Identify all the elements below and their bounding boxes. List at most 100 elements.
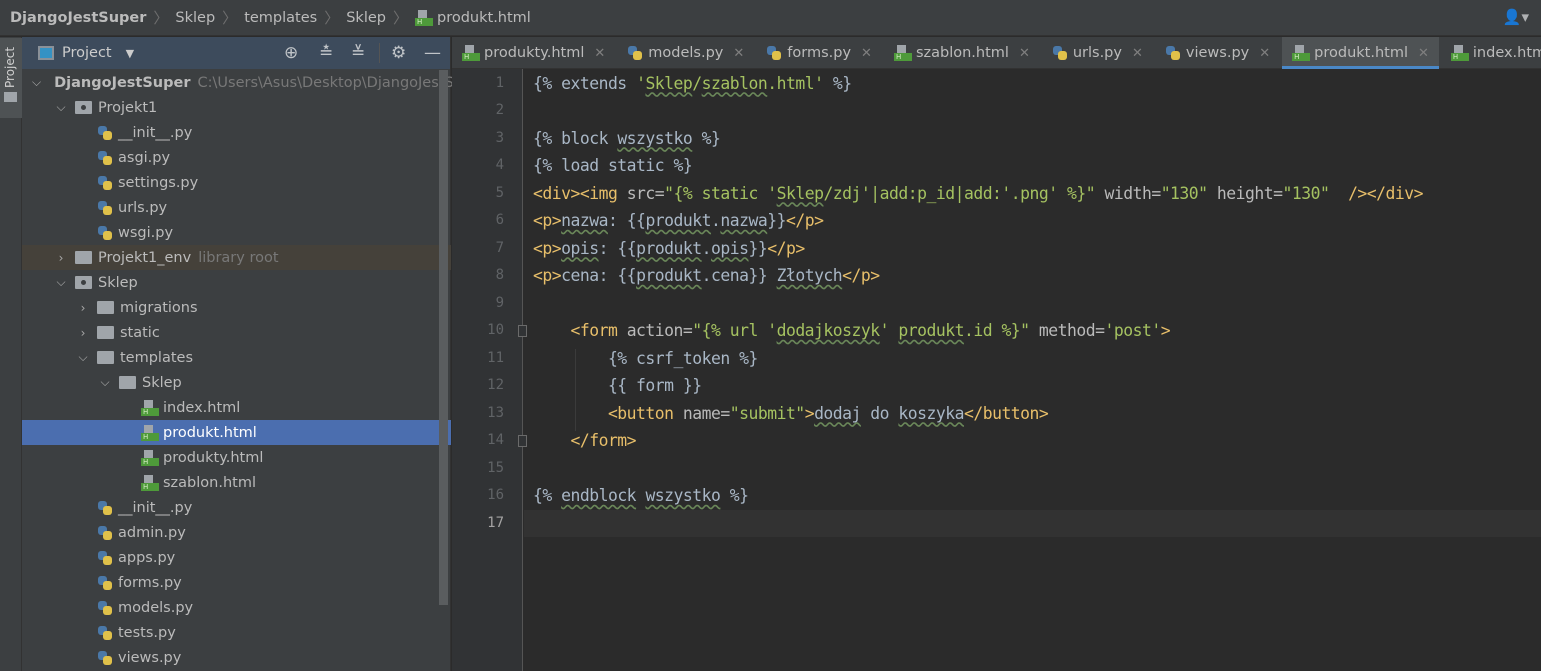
tree-item[interactable]: wsgi.py	[22, 220, 451, 245]
code-token: {%	[533, 486, 562, 505]
tree-item[interactable]: asgi.py	[22, 145, 451, 170]
breadcrumb-templates[interactable]: templates	[244, 10, 317, 26]
code-token: endblock	[561, 486, 637, 505]
code-line[interactable]: {% extends 'Sklep/szablon.html' %}	[533, 70, 852, 98]
tab-views-py[interactable]: views.py ✕	[1155, 37, 1280, 69]
tab-models-py[interactable]: models.py ✕	[617, 37, 754, 69]
tree-item[interactable]: › static	[22, 320, 451, 345]
code-token: %}	[692, 128, 721, 148]
code-token: {% extends	[533, 73, 637, 93]
chevron-right-icon[interactable]: ›	[76, 301, 90, 315]
breadcrumb-project[interactable]: DjangoJestSuper	[10, 10, 146, 26]
tree-item[interactable]: ⌵ templates	[22, 345, 451, 370]
tree-item[interactable]: __init__.py	[22, 120, 451, 145]
tree-item[interactable]: › migrations	[22, 295, 451, 320]
close-icon[interactable]: ✕	[1259, 46, 1270, 61]
close-icon[interactable]: ✕	[1132, 46, 1143, 61]
code-editor[interactable]: {% extends 'Sklep/szablon.html' %} {% blo…	[524, 69, 1541, 671]
code-line[interactable]: <p>opis: {{produkt.opis}}</p>	[533, 235, 805, 263]
code-token: .	[711, 211, 721, 230]
tab-szablon-html[interactable]: szablon.html ✕	[884, 37, 1040, 69]
locate-icon[interactable]: ⊕	[284, 44, 298, 62]
code-token: <form	[533, 321, 627, 340]
close-icon[interactable]: ✕	[861, 46, 872, 61]
tree-item[interactable]: produkt.html	[22, 420, 451, 445]
collapse-all-icon[interactable]: ≚	[351, 44, 365, 62]
tab-index-html[interactable]: index.html✕	[1441, 37, 1541, 69]
tree-item[interactable]: szablon.html	[22, 470, 451, 495]
tree-item[interactable]: forms.py	[22, 570, 451, 595]
tree-item[interactable]: tests.py	[22, 620, 451, 645]
tree-item[interactable]: ⌵ DjangoJestSuper C:\Users\Asus\Desktop\Dj…	[22, 70, 472, 95]
tree-item[interactable]: urls.py	[22, 195, 451, 220]
tree-scrollbar[interactable]	[439, 70, 448, 605]
fold-marker-icon[interactable]	[518, 325, 527, 337]
chevron-right-icon[interactable]: ›	[54, 251, 68, 265]
expand-all-icon[interactable]: ≛	[319, 44, 333, 62]
html-file-icon	[893, 45, 912, 61]
tree-item[interactable]: index.html	[22, 395, 451, 420]
code-line[interactable]: {% load static %}	[533, 152, 693, 180]
line-number: 11	[487, 349, 504, 366]
code-token: </button>	[963, 403, 1049, 423]
code-line[interactable]: <button name="submit">dodaj do koszyka</…	[533, 400, 1049, 428]
tree-item[interactable]: __init__.py	[22, 495, 451, 520]
html-file-icon	[1292, 45, 1311, 61]
code-line[interactable]: <p>cena: {{produkt.cena}} Złotych</p>	[533, 262, 880, 290]
code-token: koszyka	[898, 403, 964, 423]
tab-label: urls.py	[1072, 45, 1122, 61]
code-line[interactable]: {% block wszystko %}	[533, 125, 721, 153]
tree-item-label: Projekt1	[98, 99, 158, 116]
tab-forms-py[interactable]: forms.py ✕	[756, 37, 882, 69]
chevron-down-icon[interactable]: ⌵	[76, 350, 90, 365]
project-view-selector[interactable]: Project	[62, 45, 112, 61]
chevron-down-icon[interactable]: ⌵	[54, 275, 68, 290]
user-account-icon[interactable]: 👤▾	[1503, 8, 1529, 26]
breadcrumb-sklep[interactable]: Sklep	[175, 10, 215, 26]
close-icon[interactable]: ✕	[594, 46, 605, 61]
tab-urls-py[interactable]: urls.py ✕	[1042, 37, 1153, 69]
close-icon[interactable]: ✕	[1418, 46, 1429, 61]
breadcrumb-sklep-sub[interactable]: Sklep	[346, 10, 386, 26]
tree-item-label: tests.py	[118, 624, 176, 641]
code-line[interactable]: <div><img src="{% static 'Sklep/zdj'|add…	[533, 180, 1424, 208]
code-token: "submit"	[729, 403, 805, 423]
tree-item[interactable]: ⌵ Projekt1	[22, 95, 451, 120]
code-line[interactable]: {{ form }}	[533, 372, 702, 400]
chevron-right-icon[interactable]: ›	[76, 326, 90, 340]
tree-item[interactable]: produkty.html	[22, 445, 451, 470]
close-icon[interactable]: ✕	[1019, 46, 1030, 61]
code-token: nazwa	[561, 211, 608, 230]
tree-item[interactable]: ⌵ Sklep	[22, 370, 451, 395]
tree-item[interactable]: admin.py	[22, 520, 451, 545]
tab-label: produkt.html	[1314, 45, 1408, 61]
chevron-down-icon[interactable]: ⌵	[54, 100, 68, 115]
code-line[interactable]: <p>nazwa: {{produkt.nazwa}}</p>	[533, 207, 824, 235]
line-number: 8	[495, 267, 504, 283]
code-line[interactable]: {% csrf_token %}	[533, 345, 758, 373]
code-line[interactable]: <form action="{% url 'dodajkoszyk' produ…	[533, 317, 1170, 345]
project-tool-button[interactable]: Project	[0, 38, 22, 118]
tree-item[interactable]: ⌵ Sklep	[22, 270, 451, 295]
code-line[interactable]: {% endblock wszystko %}	[533, 482, 749, 510]
hide-icon[interactable]: —	[424, 44, 441, 62]
tab-produkt-html[interactable]: produkt.html ✕	[1282, 37, 1439, 69]
chevron-down-icon[interactable]: ⌵	[98, 375, 112, 390]
close-icon[interactable]: ✕	[733, 46, 744, 61]
line-number: 2	[495, 102, 504, 118]
gear-icon[interactable]: ⚙	[391, 44, 406, 62]
tree-item[interactable]: settings.py	[22, 170, 451, 195]
fold-marker-icon[interactable]	[518, 435, 527, 447]
tree-item[interactable]: › Projekt1_env library root	[22, 245, 451, 270]
chevron-down-icon[interactable]: ⌵	[32, 75, 41, 90]
tab-produkty-html[interactable]: produkty.html ✕	[452, 37, 615, 69]
tree-item[interactable]: apps.py	[22, 545, 451, 570]
tree-item[interactable]: views.py	[22, 645, 451, 670]
tree-item[interactable]: models.py	[22, 595, 451, 620]
chevron-down-icon[interactable]: ▼	[126, 47, 134, 60]
code-token: {% block	[533, 128, 618, 148]
code-line[interactable]: </form>	[533, 427, 636, 455]
tab-label: forms.py	[787, 45, 852, 61]
code-token: width=	[1095, 183, 1161, 203]
breadcrumb-file[interactable]: produkt.html	[437, 10, 531, 26]
